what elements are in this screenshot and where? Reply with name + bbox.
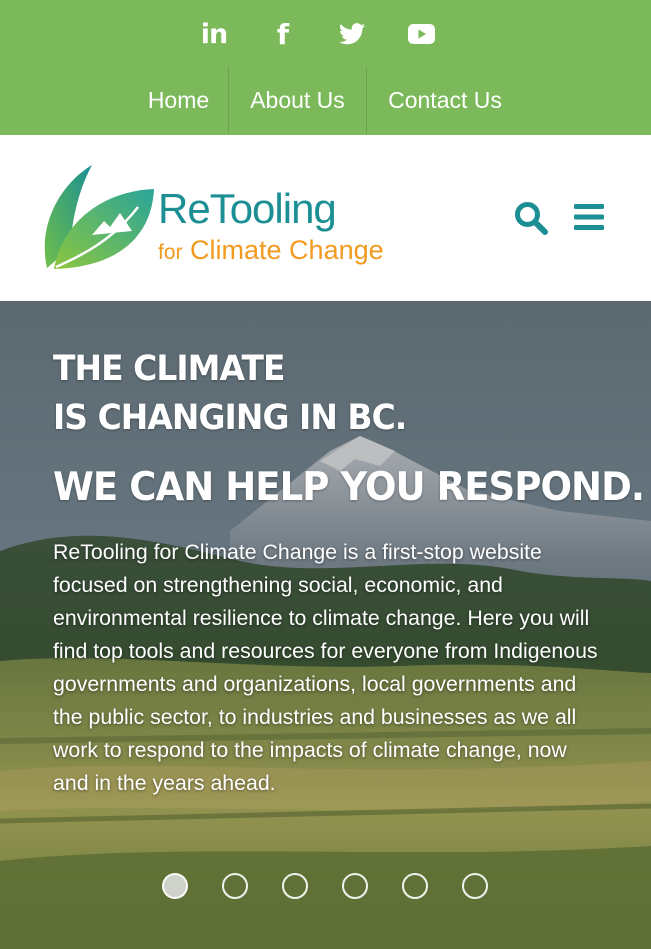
facebook-link[interactable]: f <box>263 14 303 54</box>
linkedin-link[interactable]: in <box>194 14 234 54</box>
site-logo[interactable]: ReTooling for Climate Change <box>42 163 392 273</box>
slide-dot-1[interactable] <box>162 873 188 899</box>
site-header: ReTooling for Climate Change <box>0 135 651 301</box>
hero-description: ReTooling for Climate Change is a first-… <box>53 540 598 795</box>
youtube-icon <box>407 24 435 44</box>
twitter-link[interactable] <box>332 14 372 54</box>
logo-sub-for: for <box>158 241 183 264</box>
nav-divider <box>366 67 367 134</box>
search-icon <box>515 202 548 235</box>
slide-dot-4[interactable] <box>342 873 368 899</box>
facebook-icon: f <box>276 17 290 51</box>
hero-slider: THE CLIMATE IS CHANGING IN BC. WE CAN HE… <box>0 301 651 949</box>
hero-tagline: WE CAN HELP YOU RESPOND. <box>53 465 645 510</box>
main-nav: Home About Us Contact Us <box>0 67 651 134</box>
hero-heading-line1: THE CLIMATE <box>53 349 285 389</box>
slide-dot-6[interactable] <box>462 873 488 899</box>
social-links: in f <box>0 14 651 54</box>
top-bar: in f Home About Us Contact Us <box>0 0 651 135</box>
slider-pagination <box>0 873 651 903</box>
twitter-icon <box>339 23 365 45</box>
logo-title: ReTooling <box>158 185 337 232</box>
hero-heading-line2: IS CHANGING IN BC. <box>53 398 407 438</box>
youtube-link[interactable] <box>401 14 441 54</box>
logo-sub-main: Climate Change <box>190 235 384 265</box>
linkedin-icon: in <box>200 18 229 50</box>
nav-home[interactable]: Home <box>130 67 227 134</box>
menu-button[interactable] <box>574 204 604 235</box>
nav-contact-us[interactable]: Contact Us <box>368 67 522 134</box>
slide-dot-5[interactable] <box>402 873 428 899</box>
nav-divider <box>228 67 229 134</box>
search-button[interactable] <box>514 201 548 240</box>
nav-about-us[interactable]: About Us <box>229 67 366 134</box>
logo-subtitle: for Climate Change <box>158 235 384 266</box>
menu-icon <box>574 204 604 230</box>
slide-dot-3[interactable] <box>282 873 308 899</box>
leaf-logo-icon <box>44 165 154 269</box>
slide-dot-2[interactable] <box>222 873 248 899</box>
